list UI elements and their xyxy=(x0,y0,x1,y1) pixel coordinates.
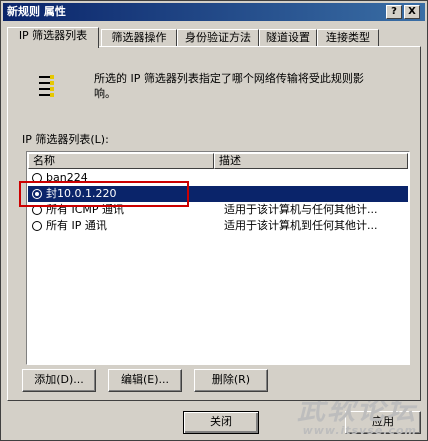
list-item-desc: 适用于该计算机与任何其他计... xyxy=(224,203,378,216)
ip-filter-list-panel: 所选的 IP 筛选器列表指定了哪个网络传输将受此规则影响。 IP 筛选器列表(L… xyxy=(7,46,421,401)
radio-button-checked[interactable] xyxy=(32,189,42,199)
list-item[interactable]: 所有 ICMP 通讯 适用于该计算机与任何其他计... xyxy=(28,202,408,218)
add-button[interactable]: 添加(D)... xyxy=(22,369,96,392)
properties-dialog: 新规则 属性 ? X IP 筛选器列表 筛选器操作 身份验证方法 隧道设置 连接… xyxy=(0,0,428,441)
tab-filter-action[interactable]: 筛选器操作 xyxy=(101,29,177,47)
panel-description: 所选的 IP 筛选器列表指定了哪个网络传输将受此规则影响。 xyxy=(94,72,364,100)
column-name-header[interactable]: 名称 xyxy=(28,153,214,169)
close-icon: X xyxy=(408,6,416,17)
list-item-name: 封10.0.1.220 xyxy=(46,187,117,200)
radio-button[interactable] xyxy=(32,173,42,183)
tab-connection-type[interactable]: 连接类型 xyxy=(317,29,379,47)
tab-ip-filter-list[interactable]: IP 筛选器列表 xyxy=(7,27,99,48)
title-bar[interactable]: 新规则 属性 ? X xyxy=(3,3,425,21)
list-item-name: ban224 xyxy=(46,171,88,184)
list-item-selected[interactable]: 封10.0.1.220 xyxy=(28,186,408,202)
help-button[interactable]: ? xyxy=(386,5,402,19)
list-item-desc: 适用于该计算机到任何其他计... xyxy=(224,219,378,232)
radio-button[interactable] xyxy=(32,205,42,215)
list-item-name: 所有 ICMP 通讯 xyxy=(46,203,125,216)
column-desc-header[interactable]: 描述 xyxy=(214,153,408,169)
help-icon: ? xyxy=(391,6,397,17)
close-window-button[interactable]: X xyxy=(404,5,420,19)
filter-list-icon xyxy=(39,75,54,97)
list-item[interactable]: 所有 IP 通讯 适用于该计算机到任何其他计... xyxy=(28,218,408,234)
close-button[interactable]: 关闭 xyxy=(183,411,259,434)
window-title: 新规则 属性 xyxy=(7,5,66,18)
tab-tunnel-settings[interactable]: 隧道设置 xyxy=(259,29,317,47)
filter-list[interactable]: 名称 描述 ban224 封10.0.1.220 所有 ICMP 通讯 适用于该… xyxy=(26,151,410,365)
radio-button[interactable] xyxy=(32,221,42,231)
edit-button[interactable]: 编辑(E)... xyxy=(108,369,182,392)
tab-authentication[interactable]: 身份验证方法 xyxy=(177,29,259,47)
list-item[interactable]: ban224 xyxy=(28,170,408,186)
list-header: 名称 描述 xyxy=(28,153,408,169)
filter-list-label: IP 筛选器列表(L): xyxy=(22,133,109,146)
apply-button[interactable]: 应用 xyxy=(345,411,421,434)
remove-button[interactable]: 删除(R) xyxy=(194,369,268,392)
list-item-name: 所有 IP 通讯 xyxy=(46,219,107,232)
